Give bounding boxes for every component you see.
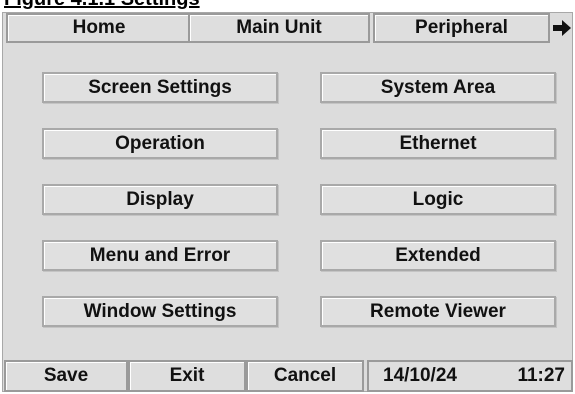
time-readout: 11:27 [517, 365, 565, 386]
menu-and-error-button[interactable]: Menu and Error [42, 240, 278, 271]
display-button[interactable]: Display [42, 184, 278, 215]
operation-button[interactable]: Operation [42, 128, 278, 159]
tab-home[interactable]: Home [6, 13, 192, 43]
date-time-display: 14/10/24 11:27 [367, 360, 573, 392]
window-settings-button[interactable]: Window Settings [42, 296, 278, 327]
arrow-right-icon [553, 20, 571, 36]
remote-viewer-button[interactable]: Remote Viewer [320, 296, 556, 327]
save-button[interactable]: Save [4, 360, 128, 392]
logic-button[interactable]: Logic [320, 184, 556, 215]
tab-peripheral[interactable]: Peripheral [373, 13, 550, 43]
screen-settings-button[interactable]: Screen Settings [42, 72, 278, 103]
exit-button[interactable]: Exit [128, 360, 246, 392]
tab-main-unit[interactable]: Main Unit [188, 13, 370, 43]
cancel-button[interactable]: Cancel [246, 360, 364, 392]
tab-scroll-right-button[interactable] [551, 17, 573, 39]
figure-caption: Figure 4.1.1 Settings [4, 0, 200, 11]
system-area-button[interactable]: System Area [320, 72, 556, 103]
ethernet-button[interactable]: Ethernet [320, 128, 556, 159]
date-readout: 14/10/24 [383, 365, 457, 386]
extended-button[interactable]: Extended [320, 240, 556, 271]
settings-screen: Figure 4.1.1 Settings Home Main Unit Per… [0, 0, 575, 394]
